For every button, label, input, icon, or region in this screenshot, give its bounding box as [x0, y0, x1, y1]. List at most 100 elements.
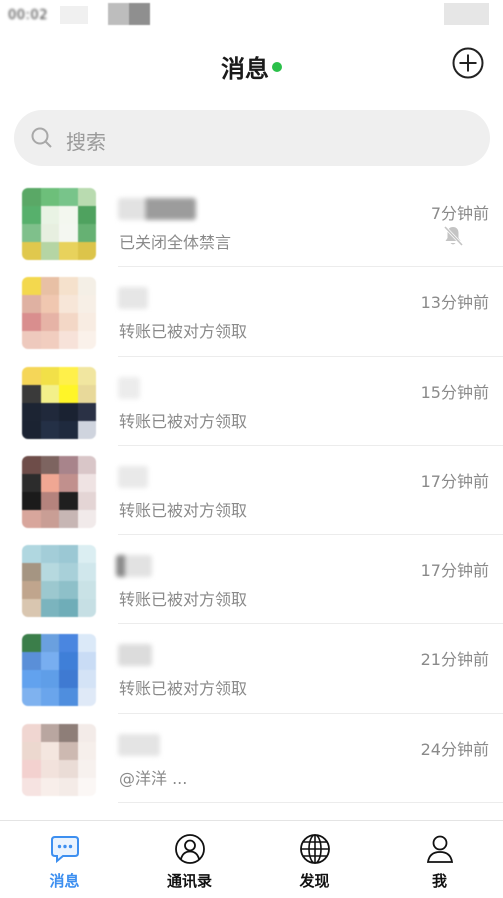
- avatar-tile: [40, 563, 59, 582]
- avatar-tile: [40, 688, 59, 707]
- avatar-tile: [59, 242, 78, 260]
- avatar-tile: [40, 670, 59, 689]
- avatar: [22, 634, 96, 707]
- avatar-tile: [40, 295, 59, 314]
- avatar-tile: [59, 581, 78, 600]
- tab-me[interactable]: 我: [377, 821, 502, 898]
- message-preview: 转账已被对方领取: [119, 411, 248, 431]
- conversation-row[interactable]: @洋洋 ... 24分钟前: [0, 714, 503, 804]
- avatar-tile: [22, 473, 41, 492]
- chat-bubble-icon: [50, 836, 79, 864]
- mute-bell-icon: [443, 225, 464, 247]
- avatar-tile: [59, 473, 78, 492]
- avatar-tile: [59, 366, 78, 385]
- avatar-tile: [77, 581, 96, 600]
- avatar-tile: [40, 224, 59, 242]
- avatar-tile: [40, 599, 59, 618]
- message-preview: 转账已被对方领取: [119, 590, 248, 610]
- tab-discover[interactable]: 发现: [252, 821, 377, 898]
- page-title-text: 消息: [221, 55, 269, 83]
- avatar-tile: [77, 563, 96, 582]
- avatar-tile: [22, 509, 41, 528]
- avatar-tile: [59, 384, 78, 403]
- status-time: 00:02: [8, 8, 48, 23]
- avatar-tile: [59, 206, 78, 224]
- message-preview: 转账已被对方领取: [119, 322, 248, 342]
- avatar-tile: [59, 777, 78, 796]
- avatar: [22, 188, 96, 260]
- conversation-row[interactable]: 转账已被对方领取 13分钟前: [0, 267, 503, 357]
- header: 消息: [0, 32, 503, 96]
- avatar-tile: [22, 224, 41, 242]
- avatar-tile: [59, 759, 78, 778]
- globe-icon: [299, 834, 330, 864]
- avatar-tile: [77, 455, 96, 474]
- page-title: 消息: [0, 49, 503, 84]
- avatar-tile: [59, 491, 78, 510]
- avatar-tile: [59, 545, 78, 564]
- avatar-tile: [40, 420, 59, 439]
- message-preview: 已关闭全体禁言: [119, 233, 232, 252]
- avatar-tile: [40, 402, 59, 421]
- avatar-tile: [22, 420, 41, 439]
- avatar-tile: [22, 455, 41, 474]
- avatar-tile: [77, 777, 96, 796]
- contacts-icon: [174, 834, 205, 864]
- avatar-tile: [40, 652, 59, 671]
- bottom-tab-bar: 消息 通讯录 发现 我: [0, 820, 503, 898]
- add-button[interactable]: [451, 46, 485, 80]
- message-preview: 转账已被对方领取: [119, 500, 248, 520]
- status-notification-icons: [108, 3, 150, 25]
- avatar-tile: [59, 563, 78, 582]
- tab-label: 通讯录: [166, 872, 212, 890]
- avatar-tile: [59, 688, 78, 707]
- avatar-tile: [40, 723, 59, 742]
- avatar-tile: [59, 723, 78, 742]
- avatar-tile: [59, 670, 78, 689]
- avatar-tile: [22, 563, 41, 582]
- avatar-tile: [59, 634, 78, 653]
- avatar-tile: [77, 206, 96, 224]
- avatar: [22, 723, 96, 796]
- avatar: [22, 545, 96, 618]
- avatar-tile: [77, 723, 96, 742]
- contact-name-redacted: [118, 465, 148, 488]
- conversation-list: 已关闭全体禁言 7分钟前 转账已被对方领取 13分钟前 转账已被对方领取 15分…: [0, 178, 503, 804]
- conversation-row[interactable]: 转账已被对方领取 17分钟前: [0, 446, 503, 536]
- avatar-tile: [22, 545, 41, 564]
- avatar-tile: [40, 491, 59, 510]
- contact-name-redacted: [118, 198, 196, 220]
- conversation-row[interactable]: 转账已被对方领取 21分钟前: [0, 624, 503, 714]
- avatar-tile: [22, 634, 41, 653]
- message-preview: 转账已被对方领取: [119, 679, 248, 699]
- conversation-row[interactable]: 转账已被对方领取 17分钟前: [0, 535, 503, 625]
- avatar: [22, 366, 96, 439]
- avatar-tile: [40, 242, 59, 260]
- conversation-row[interactable]: 转账已被对方领取 15分钟前: [0, 357, 503, 446]
- avatar-tile: [22, 599, 41, 618]
- avatar-tile: [22, 313, 41, 332]
- conversation-row[interactable]: 已关闭全体禁言 7分钟前: [0, 178, 503, 268]
- message-time: 24分钟前: [420, 739, 489, 759]
- tab-contacts[interactable]: 通讯录: [127, 821, 252, 898]
- tab-label: 消息: [49, 872, 80, 890]
- contact-name-redacted: [118, 733, 160, 756]
- avatar-tile: [22, 652, 41, 671]
- contact-name-redacted: [118, 644, 152, 667]
- avatar-tile: [40, 509, 59, 528]
- search-bar[interactable]: 搜索: [14, 110, 490, 166]
- avatar-tile: [59, 455, 78, 474]
- avatar-tile: [77, 402, 96, 421]
- avatar-tile: [40, 277, 59, 296]
- tab-messages[interactable]: 消息: [2, 821, 127, 898]
- profile-icon: [426, 835, 453, 863]
- avatar-tile: [77, 295, 96, 314]
- avatar-tile: [22, 366, 41, 385]
- avatar-tile: [22, 206, 41, 224]
- avatar-tile: [59, 420, 78, 439]
- avatar-tile: [59, 295, 78, 314]
- avatar: [22, 455, 96, 528]
- avatar-tile: [77, 491, 96, 510]
- avatar-tile: [22, 670, 41, 689]
- avatar-tile: [59, 313, 78, 332]
